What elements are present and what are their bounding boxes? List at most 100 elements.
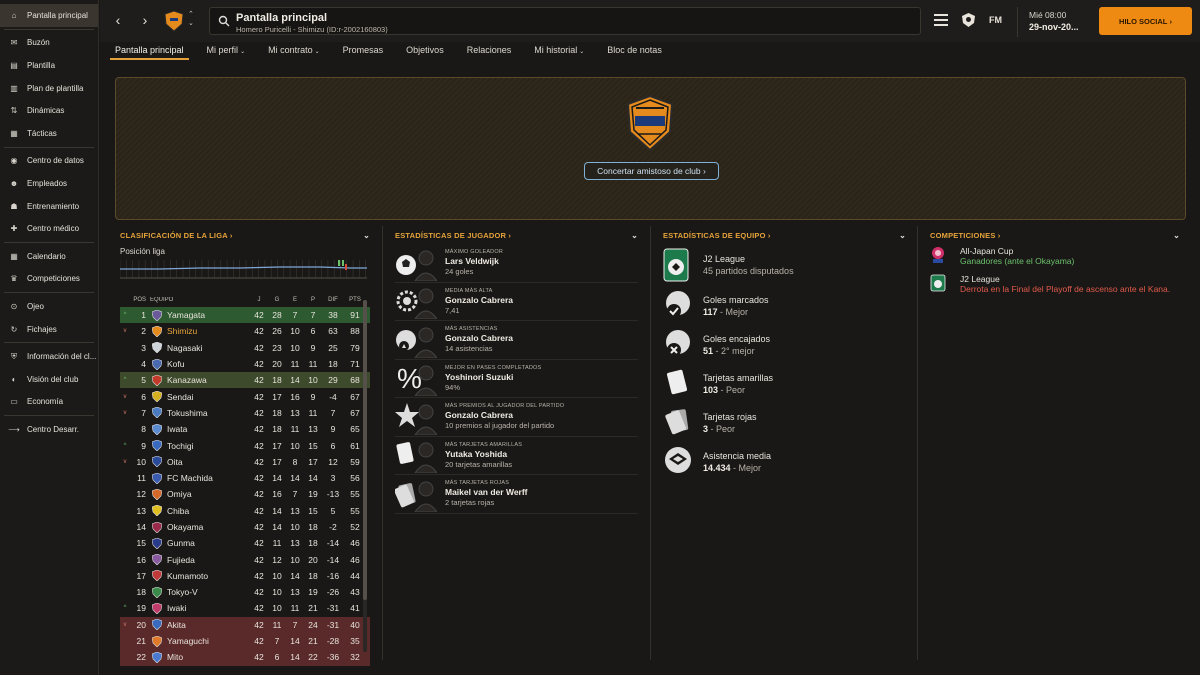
table-row[interactable]: v 20 Akita 42 11 7 24 -31 40 (120, 616, 370, 633)
column-header[interactable]: POS (130, 297, 150, 303)
tab-5[interactable]: Relaciones (462, 42, 517, 60)
back-button[interactable]: ‹ (108, 10, 128, 30)
table-row[interactable]: ^ 19 Iwaki 42 10 11 21 -31 41 (120, 600, 370, 616)
sidebar-item-club-vision[interactable]: ◐ Visión del club (0, 368, 98, 391)
league-table-heading[interactable]: CLASIFICACIÓN DE LA LIGA › (120, 231, 233, 240)
column-header[interactable]: G (268, 297, 286, 303)
tab-6[interactable]: Mi historial ⌄ (529, 42, 589, 60)
title-box[interactable]: Pantalla principal Homero Puricelli - Sh… (209, 7, 921, 35)
sidebar-item-finances[interactable]: ▭ Economía (0, 391, 98, 414)
search-icon[interactable] (218, 15, 230, 27)
player-name[interactable]: Yoshinori Suzuki (445, 372, 541, 382)
table-row[interactable]: 21 Yamaguchi 42 7 14 21 -28 35 (120, 632, 370, 650)
sidebar-item-transfers[interactable]: ↻ Fichajes (0, 318, 98, 341)
club-badge-icon[interactable] (962, 13, 975, 27)
chevron-down-icon[interactable]: ⌄ (899, 231, 906, 240)
team-name[interactable]: Mito (164, 652, 250, 662)
team-name[interactable]: Tochigi (164, 441, 250, 451)
team-name[interactable]: Akita (164, 620, 250, 630)
team-name[interactable]: Okayama (164, 522, 250, 532)
table-row[interactable]: 14 Okayama 42 14 10 18 -2 52 (120, 519, 370, 535)
sidebar-item-staff[interactable]: ☻ Empleados (0, 172, 98, 195)
player-name[interactable]: Lars Veldwijk (445, 256, 503, 266)
tab-2[interactable]: Mi contrato ⌄ (263, 42, 325, 60)
table-row[interactable]: 4 Kofu 42 20 11 11 18 71 (120, 356, 370, 372)
column-header[interactable]: P (304, 297, 322, 303)
chevron-down-icon[interactable]: ⌄ (363, 231, 370, 240)
table-row[interactable]: v 6 Sendai 42 17 16 9 -4 67 (120, 388, 370, 404)
sidebar-item-inbox[interactable]: ✉ Buzón (0, 32, 98, 55)
tab-7[interactable]: Bloc de notas (602, 42, 667, 60)
player-stat-row[interactable]: MÁS ASISTENCIAS Gonzalo Cabrera 14 asisten… (395, 321, 638, 360)
forward-button[interactable]: › (135, 10, 155, 30)
player-stat-row[interactable]: MÁS PREMIOS AL JUGADOR DEL PARTIDO Gonzal… (395, 398, 638, 437)
player-stat-row[interactable]: MEDIA MÁS ALTA Gonzalo Cabrera 7,41 (395, 283, 638, 321)
table-row[interactable]: 11 FC Machida 42 14 14 14 3 56 (120, 470, 370, 486)
sidebar-item-club-info[interactable]: ⛨ Información del cl... (0, 345, 98, 368)
player-name[interactable]: Maikel van der Werff (445, 487, 528, 497)
sidebar-item-dynamics[interactable]: ⇅ Dinámicas (0, 99, 98, 122)
arrange-friendly-button[interactable]: Concertar amistoso de club › (584, 162, 719, 180)
team-name[interactable]: Shimizu (164, 326, 250, 336)
sidebar-item-scouting[interactable]: ⊙ Ojeo (0, 295, 98, 318)
table-row[interactable]: ^ 1 Yamagata 42 28 7 7 38 91 (120, 307, 370, 324)
team-name[interactable]: Fujieda (164, 555, 250, 565)
team-stat-row[interactable]: J2 League 45 partidos disputados (663, 244, 906, 286)
tab-1[interactable]: Mi perfil ⌄ (202, 42, 251, 60)
sidebar-item-home[interactable]: ⌂ Pantalla principal (0, 4, 98, 27)
table-row[interactable]: 3 Nagasaki 42 23 10 9 25 79 (120, 340, 370, 356)
team-stat-row[interactable]: Tarjetas rojas 3 - Peor (663, 403, 906, 442)
team-name[interactable]: Kumamoto (164, 571, 250, 581)
competition-row[interactable]: J2 League Derrota en la Final del Playoff… (930, 274, 1180, 300)
team-name[interactable]: Sendai (164, 392, 250, 402)
column-header[interactable]: DIF (322, 297, 344, 303)
team-name[interactable]: FC Machida (164, 473, 250, 483)
sidebar-item-data-hub[interactable]: ◉ Centro de datos (0, 150, 98, 173)
team-name[interactable]: Nagasaki (164, 343, 250, 353)
tab-3[interactable]: Promesas (338, 42, 389, 60)
team-name[interactable]: Yamagata (164, 310, 250, 320)
player-name[interactable]: Yutaka Yoshida (445, 449, 522, 459)
tab-4[interactable]: Objetivos (401, 42, 449, 60)
player-name[interactable]: Gonzalo Cabrera (445, 333, 513, 343)
team-stats-heading[interactable]: ESTADÍSTICAS DE EQUIPO › (663, 231, 771, 240)
social-feed-button[interactable]: HILO SOCIAL › (1099, 7, 1192, 35)
competition-name[interactable]: All-Japan Cup (960, 246, 1170, 256)
team-name[interactable]: Yamaguchi (164, 636, 250, 646)
team-name[interactable]: Gunma (164, 538, 250, 548)
menu-icon[interactable] (934, 14, 948, 26)
team-stat-row[interactable]: Asistencia media 14.434 - Mejor (663, 442, 906, 481)
player-stats-heading[interactable]: ESTADÍSTICAS DE JUGADOR › (395, 231, 511, 240)
team-name[interactable]: Omiya (164, 489, 250, 499)
team-name[interactable]: Kanazawa (164, 375, 250, 385)
sidebar-item-medical[interactable]: ✚ Centro médico (0, 217, 98, 240)
column-header[interactable]: J (250, 297, 268, 303)
league-scrollbar[interactable] (363, 300, 367, 652)
table-row[interactable]: 12 Omiya 42 16 7 19 -13 55 (120, 486, 370, 502)
team-name[interactable]: Oita (164, 457, 250, 467)
competitions-heading[interactable]: COMPETICIONES › (930, 231, 1001, 240)
player-name[interactable]: Gonzalo Cabrera (445, 410, 564, 420)
team-stat-row[interactable]: Goles marcados 117 - Mejor (663, 286, 906, 325)
table-row[interactable]: 15 Gunma 42 11 13 18 -14 46 (120, 535, 370, 551)
team-stat-row[interactable]: Goles encajados 51 - 2° mejor (663, 325, 906, 364)
player-stat-row[interactable]: % MEJOR EN PASES COMPLETADOS Yoshinori Suz… (395, 360, 638, 398)
sidebar-item-squad-plan[interactable]: ▥ Plan de plantilla (0, 77, 98, 100)
sidebar-item-training[interactable]: ☗ Entrenamiento (0, 195, 98, 218)
table-row[interactable]: v 2 Shimizu 42 26 10 6 63 88 (120, 323, 370, 339)
team-stat-row[interactable]: Tarjetas amarillas 103 - Peor (663, 364, 906, 403)
player-name[interactable]: Gonzalo Cabrera (445, 295, 513, 305)
table-row[interactable]: v 10 Oita 42 17 8 17 12 59 (120, 454, 370, 470)
player-stat-row[interactable]: MÁS TARJETAS ROJAS Maikel van der Werff 2 … (394, 475, 638, 514)
date-box[interactable]: Mié 08:00 29-nov-20... (1017, 7, 1092, 37)
player-stat-row[interactable]: MÁXIMO GOLEADOR Lars Veldwijk 24 goles (395, 244, 638, 283)
table-row[interactable]: 16 Fujieda 42 12 10 20 -14 46 (120, 551, 370, 567)
column-header[interactable]: EQUIPO (150, 297, 250, 303)
team-name[interactable]: Iwaki (164, 603, 250, 613)
table-row[interactable]: ^ 5 Kanazawa 42 18 14 10 29 68 (120, 372, 370, 389)
table-row[interactable]: 22 Mito 42 6 14 22 -36 32 (120, 649, 370, 666)
tab-0[interactable]: Pantalla principal (110, 42, 189, 60)
chevron-down-icon[interactable]: ⌄ (1173, 231, 1180, 240)
table-row[interactable]: ^ 9 Tochigi 42 17 10 15 6 61 (120, 437, 370, 453)
sidebar-item-trophy[interactable]: ♛ Competiciones (0, 268, 98, 291)
